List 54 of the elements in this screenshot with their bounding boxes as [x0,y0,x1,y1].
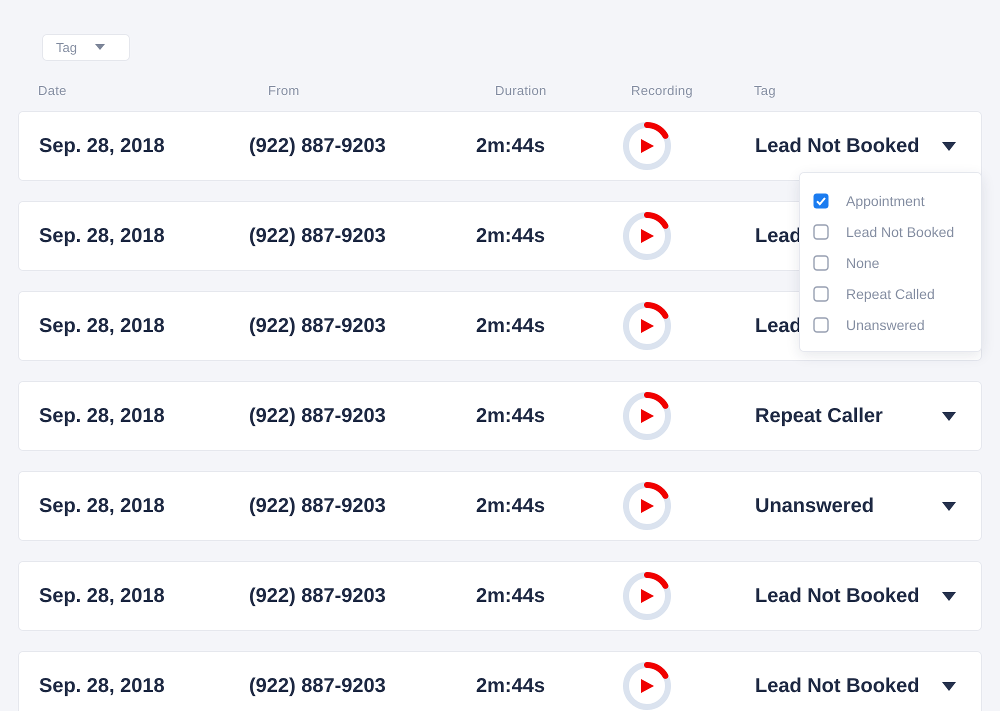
caret-icon[interactable] [941,680,957,692]
duration-text: 2m:44s [476,584,546,608]
column-header: From [268,83,301,98]
play-progress-icon[interactable] [622,121,672,171]
play-progress-icon[interactable] [622,571,672,621]
caret-icon [94,44,105,51]
checkbox[interactable] [813,255,829,271]
caret-icon[interactable] [941,590,957,602]
checkbox[interactable] [813,317,829,333]
play-progress-icon[interactable] [622,391,672,441]
date-text: Sep. 28, 2018 [39,314,166,338]
duration-text: 2m:44s [476,134,546,158]
call-row[interactable]: Sep. 28, 2018 (922) 887-9203 2m:44s Lead Not Booked [18,651,982,711]
caret-icon[interactable] [941,410,957,422]
phone-number: (922) 887-9203 [249,224,387,248]
tag-text: Lead Not Booked [755,134,920,158]
call-row[interactable]: Sep. 28, 2018 (922) 887-9203 2m:44s Unanswered [18,471,982,541]
date-text: Sep. 28, 2018 [39,224,166,248]
call-row[interactable]: Sep. 28, 2018 (922) 887-9203 2m:44s Repeat Caller [18,381,982,451]
checkbox[interactable] [813,193,829,209]
phone-number: (922) 887-9203 [249,134,387,158]
call-row[interactable]: Sep. 28, 2018 (922) 887-9203 2m:44s Lead Not Booked [18,111,982,181]
date-text: Sep. 28, 2018 [39,584,166,608]
tag-text: Lead Not Booked [755,584,920,608]
phone-number: (922) 887-9203 [249,314,387,338]
date-text: Sep. 28, 2018 [39,134,166,158]
column-header: Date [38,83,68,98]
column-header: Duration [495,83,548,98]
play-progress-icon[interactable] [622,481,672,531]
column-header: Recording [631,83,694,98]
caret-icon[interactable] [941,140,957,152]
tag-text: Lead Not Booked [755,674,920,698]
phone-number: (922) 887-9203 [249,494,387,518]
tag-text: Repeat Caller [755,404,883,428]
phone-number: (922) 887-9203 [249,674,387,698]
duration-text: 2m:44s [476,494,546,518]
phone-number: (922) 887-9203 [249,584,387,608]
date-text: Sep. 28, 2018 [39,404,166,428]
date-text: Sep. 28, 2018 [39,674,166,698]
duration-text: 2m:44s [476,674,546,698]
date-text: Sep. 28, 2018 [39,494,166,518]
play-progress-icon[interactable] [622,661,672,711]
play-progress-icon[interactable] [622,301,672,351]
call-row[interactable]: Sep. 28, 2018 (922) 887-9203 2m:44s Lead Not Booked [18,561,982,631]
play-progress-icon[interactable] [622,211,672,261]
checkbox[interactable] [813,286,829,302]
duration-text: 2m:44s [476,224,546,248]
column-header: Tag [754,83,777,98]
tag-text: Unanswered [755,494,874,518]
duration-text: 2m:44s [476,404,546,428]
phone-number: (922) 887-9203 [249,404,387,428]
caret-icon[interactable] [941,500,957,512]
checkbox[interactable] [813,224,829,240]
duration-text: 2m:44s [476,314,546,338]
